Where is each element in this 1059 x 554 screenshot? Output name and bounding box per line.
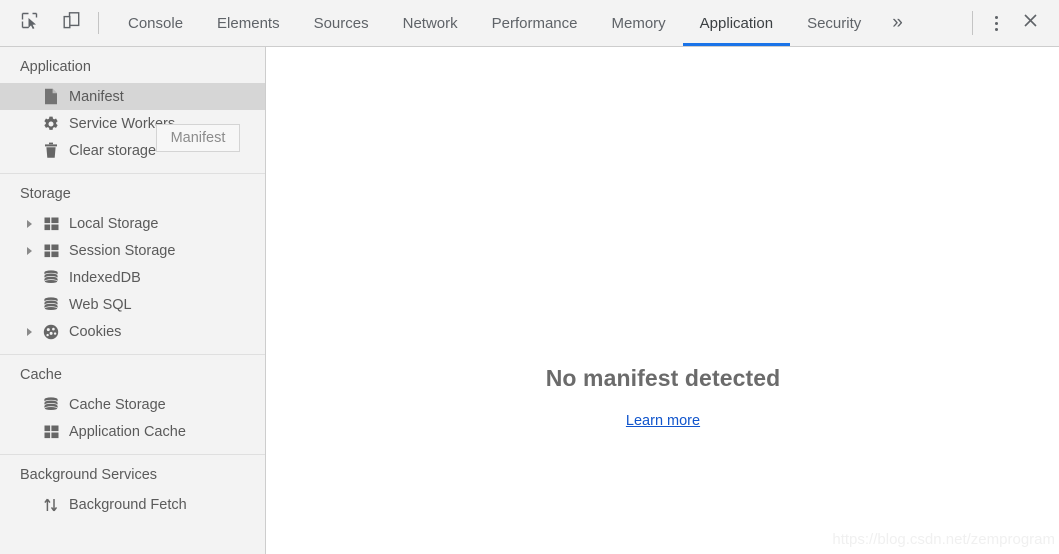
close-icon [1022,12,1039,34]
sidebar-item-manifest[interactable]: Manifest [0,83,265,110]
trash-icon [41,142,61,160]
section-title: Cache [20,367,62,383]
sidebar-item-local-storage[interactable]: Local Storage [0,210,265,237]
devtools-menu-button[interactable] [979,6,1013,40]
close-devtools-button[interactable] [1013,6,1047,40]
inspect-element-button[interactable] [12,6,46,40]
toolbar-divider [98,12,99,34]
tab-label: Network [402,14,458,32]
tab-security[interactable]: Security [790,0,878,46]
sidebar-item-label: Application Cache [69,423,186,440]
sidebar-item-cookies[interactable]: Cookies [0,318,265,345]
sidebar-item-indexeddb[interactable]: IndexedDB [0,264,265,291]
sidebar-section-background-services: Background Services Background Fetch [0,455,265,527]
sidebar-item-label: Cache Storage [69,396,166,413]
empty-state-title: No manifest detected [545,365,781,391]
tab-label: Sources [313,14,369,32]
manifest-panel: No manifest detected Learn more [267,47,1059,554]
sidebar-item-cache-storage[interactable]: Cache Storage [0,391,265,418]
section-title: Background Services [20,467,158,483]
tab-label: Security [807,14,862,32]
sidebar-item-web-sql[interactable]: Web SQL [0,291,265,318]
expand-triangle-icon[interactable] [27,327,32,336]
sidebar-item-background-fetch[interactable]: Background Fetch [0,491,265,518]
devtools-toolbar: Console Elements Sources Network Perform… [0,0,1059,47]
sidebar-section-application: Application Manifest Service Workers Cle… [0,47,265,174]
sidebar-item-label: Session Storage [69,242,176,259]
device-toolbar-icon [62,11,81,35]
tab-console[interactable]: Console [111,0,200,46]
sidebar-item-label: Web SQL [69,296,132,313]
watermark: https://blog.csdn.net/zemprogram [832,531,1055,548]
empty-state: No manifest detected Learn more [267,365,1059,430]
tab-network[interactable]: Network [386,0,475,46]
device-toolbar-button[interactable] [54,6,88,40]
tab-label: Memory [611,14,666,32]
learn-more-link[interactable]: Learn more [626,413,700,429]
database-icon [41,296,61,314]
cookie-icon [41,323,61,341]
expand-triangle-icon[interactable] [27,246,32,255]
section-title: Storage [20,186,71,202]
panel-tabs: Console Elements Sources Network Perform… [111,0,917,46]
sidebar-item-application-cache[interactable]: Application Cache [0,418,265,445]
sidebar-section-storage: Storage Local Storage Session Storage In… [0,174,265,355]
tab-memory[interactable]: Memory [595,0,683,46]
sidebar-item-label: Manifest [69,88,124,105]
section-title: Application [20,59,91,75]
gear-icon [41,115,61,133]
database-icon [41,396,61,414]
tab-label: Elements [217,14,280,32]
devtools-window: Console Elements Sources Network Perform… [0,0,1059,554]
toolbar-right-divider [972,11,973,35]
tab-performance[interactable]: Performance [475,0,595,46]
tab-label: Application [699,14,774,32]
tab-elements[interactable]: Elements [200,0,297,46]
database-icon [41,269,61,287]
tooltip: Manifest [156,124,240,152]
sidebar-item-label: Cookies [69,323,122,340]
sidebar-item-label: Clear storage [69,142,157,159]
more-vertical-icon [994,14,998,32]
tab-label: Console [128,14,184,32]
sidebar-item-label: Local Storage [69,215,159,232]
table-icon [41,215,61,233]
more-tabs-button[interactable]: » [878,0,917,46]
sidebar-item-label: Background Fetch [69,496,187,513]
tab-sources[interactable]: Sources [297,0,386,46]
tab-application[interactable]: Application [682,0,791,46]
table-icon [41,423,61,441]
table-icon [41,242,61,260]
inspect-element-icon [20,11,39,35]
tab-label: Performance [491,14,578,32]
expand-triangle-icon[interactable] [27,219,32,228]
tooltip-text: Manifest [170,130,226,146]
updown-arrows-icon [41,496,61,514]
toolbar-right-controls [972,0,1059,46]
sidebar-item-session-storage[interactable]: Session Storage [0,237,265,264]
document-icon [41,88,61,106]
chevron-double-right-icon: » [892,12,903,33]
sidebar-section-cache: Cache Cache Storage Application Cache [0,355,265,455]
sidebar-item-label: IndexedDB [69,269,141,286]
